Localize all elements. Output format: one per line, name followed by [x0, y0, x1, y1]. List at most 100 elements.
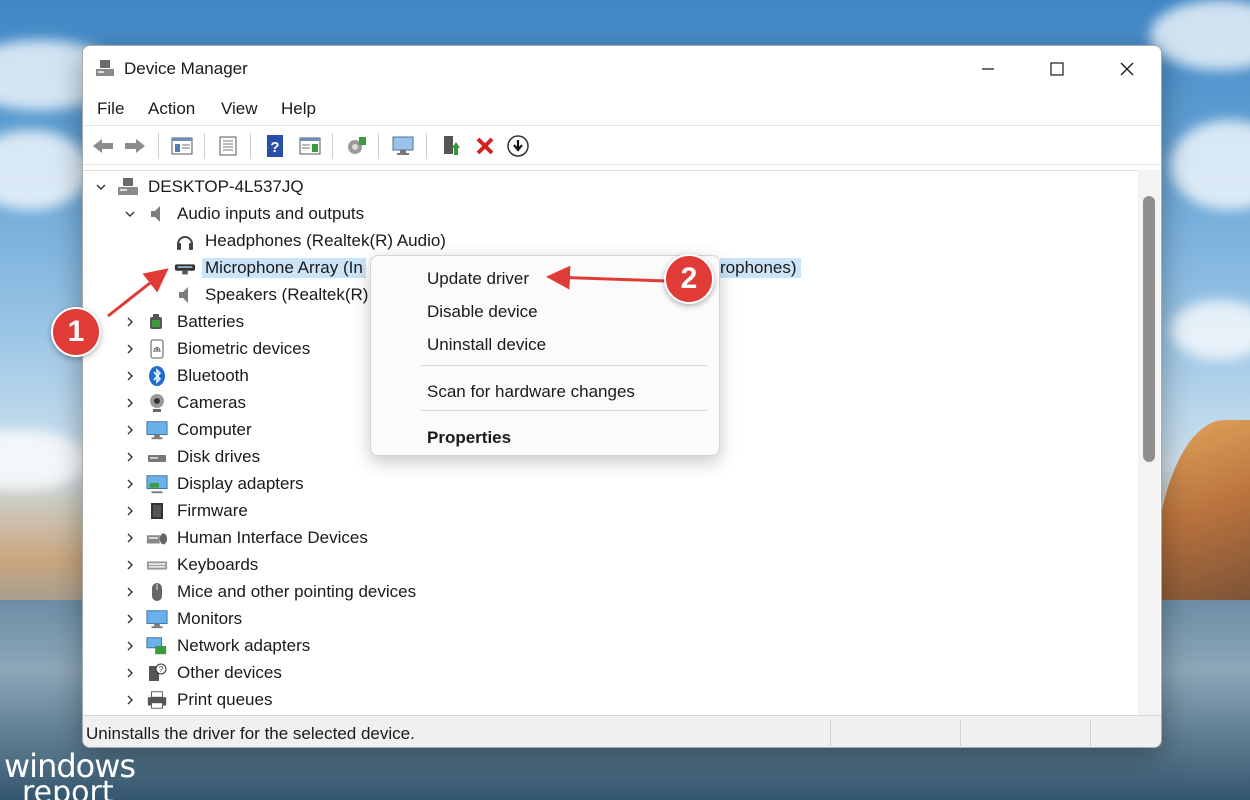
tree-category-label: Network adapters: [174, 636, 313, 656]
tree-category-computer[interactable]: Computer: [122, 416, 255, 443]
update-driver-toolbar-button[interactable]: [437, 132, 465, 160]
tree-device-headphones[interactable]: Headphones (Realtek(R) Audio): [174, 227, 449, 254]
tree-category-bluetooth[interactable]: Bluetooth: [122, 362, 252, 389]
properties-toolbar-button[interactable]: [214, 132, 242, 160]
toolbar: ?: [83, 125, 1161, 165]
chevron-right-icon[interactable]: [122, 395, 138, 411]
device-manager-icon: [95, 58, 115, 78]
tree-category-display-adapters[interactable]: Display adapters: [122, 470, 307, 497]
tree-category-audio[interactable]: Audio inputs and outputs: [122, 200, 367, 227]
tree-device-label: Microphone Array (In: [202, 258, 366, 278]
tree-category-biometric-devices[interactable]: Biometric devices: [122, 335, 313, 362]
disk-drive-icon: [146, 446, 168, 468]
tree-category-label: Print queues: [174, 690, 275, 710]
tree-category-label: Mice and other pointing devices: [174, 582, 419, 602]
chevron-right-icon[interactable]: [122, 368, 138, 384]
chevron-right-icon[interactable]: [122, 584, 138, 600]
tree-category-label: Firmware: [174, 501, 251, 521]
tree-category-monitors[interactable]: Monitors: [122, 605, 245, 632]
bluetooth-icon: [146, 365, 168, 387]
chevron-right-icon[interactable]: [122, 611, 138, 627]
chevron-down-icon[interactable]: [122, 206, 138, 222]
tree-device-speakers[interactable]: Speakers (Realtek(R) A: [174, 281, 387, 308]
download-circle-icon: [506, 134, 530, 158]
tree-root-computer[interactable]: DESKTOP-4L537JQ: [93, 173, 307, 200]
chevron-right-icon[interactable]: [122, 665, 138, 681]
scan-hardware-button[interactable]: [342, 132, 370, 160]
chevron-right-icon[interactable]: [122, 449, 138, 465]
context-scan-hardware[interactable]: Scan for hardware changes: [427, 382, 635, 402]
tree-category-label: Keyboards: [174, 555, 261, 575]
uninstall-device-toolbar-button[interactable]: [471, 132, 499, 160]
window-title: Device Manager: [124, 59, 248, 79]
help-icon: ?: [264, 134, 286, 158]
maximize-button[interactable]: [1022, 46, 1092, 91]
vertical-scrollbar[interactable]: [1138, 170, 1160, 715]
forward-button[interactable]: [121, 132, 149, 160]
menu-separator: [421, 410, 707, 411]
tree-category-cameras[interactable]: Cameras: [122, 389, 249, 416]
display-adapter-icon: [146, 473, 168, 495]
menu-view[interactable]: View: [221, 99, 258, 119]
tree-category-label: Display adapters: [174, 474, 307, 494]
scrollbar-thumb[interactable]: [1143, 196, 1155, 462]
context-disable-device[interactable]: Disable device: [427, 302, 538, 322]
tree-category-label: Audio inputs and outputs: [174, 204, 367, 224]
tree-category-label: Human Interface Devices: [174, 528, 371, 548]
chevron-right-icon[interactable]: [122, 476, 138, 492]
back-button[interactable]: [89, 132, 117, 160]
monitor-add-icon: [391, 135, 415, 157]
chevron-right-icon[interactable]: [122, 638, 138, 654]
chevron-right-icon[interactable]: [122, 422, 138, 438]
tree-category-keyboards[interactable]: Keyboards: [122, 551, 261, 578]
context-uninstall-device[interactable]: Uninstall device: [427, 335, 546, 355]
tree-category-network-adapters[interactable]: Network adapters: [122, 632, 313, 659]
tree-category-human-interface-devices[interactable]: Human Interface Devices: [122, 524, 371, 551]
monitor-icon: [146, 419, 168, 441]
show-hide-console-tree-button[interactable]: [168, 132, 196, 160]
view-panel-icon: [298, 135, 322, 157]
chevron-right-icon[interactable]: [122, 530, 138, 546]
tree-category-other-devices[interactable]: ?Other devices: [122, 659, 285, 686]
enable-device-toolbar-button[interactable]: [504, 132, 532, 160]
chevron-right-icon[interactable]: [122, 557, 138, 573]
menu-file[interactable]: File: [97, 99, 124, 119]
fingerprint-icon: [146, 338, 168, 360]
tree-category-batteries[interactable]: Batteries: [122, 308, 247, 335]
red-x-icon: [474, 135, 496, 157]
microphone-array-icon: [174, 257, 196, 279]
headphones-icon: [174, 230, 196, 252]
tree-device-microphone-array[interactable]: Microphone Array (In: [174, 254, 366, 281]
help-toolbar-button[interactable]: ?: [261, 132, 289, 160]
context-update-driver[interactable]: Update driver: [427, 269, 529, 289]
chevron-right-icon[interactable]: [122, 341, 138, 357]
chip-icon: [146, 500, 168, 522]
unknown-device-icon: ?: [146, 662, 168, 684]
monitor-icon: [146, 608, 168, 630]
tree-category-firmware[interactable]: Firmware: [122, 497, 251, 524]
context-properties[interactable]: Properties: [427, 428, 511, 448]
tree-category-disk-drives[interactable]: Disk drives: [122, 443, 263, 470]
action-view-button[interactable]: [296, 132, 324, 160]
close-icon: [1120, 62, 1134, 76]
chevron-right-icon[interactable]: [122, 314, 138, 330]
speaker-icon: [146, 203, 168, 225]
callout-badge-1: 1: [51, 307, 101, 357]
tree-root-label: DESKTOP-4L537JQ: [145, 177, 307, 197]
tree-category-label: Monitors: [174, 609, 245, 629]
tree-category-mice-and-other-pointing-devices[interactable]: Mice and other pointing devices: [122, 578, 419, 605]
menu-action[interactable]: Action: [148, 99, 195, 119]
menu-separator: [421, 365, 707, 366]
chevron-right-icon[interactable]: [122, 503, 138, 519]
tree-category-print-queues[interactable]: Print queues: [122, 686, 275, 713]
menu-help[interactable]: Help: [281, 99, 316, 119]
chevron-right-icon[interactable]: [122, 692, 138, 708]
close-button[interactable]: [1092, 46, 1162, 91]
title-bar[interactable]: Device Manager: [83, 46, 1161, 91]
chevron-down-icon[interactable]: [93, 179, 109, 195]
add-legacy-hardware-button[interactable]: [389, 132, 417, 160]
maximize-icon: [1050, 62, 1064, 76]
hid-icon: [146, 527, 168, 549]
status-bar: Uninstalls the driver for the selected d…: [83, 715, 1161, 748]
minimize-button[interactable]: [953, 46, 1023, 91]
